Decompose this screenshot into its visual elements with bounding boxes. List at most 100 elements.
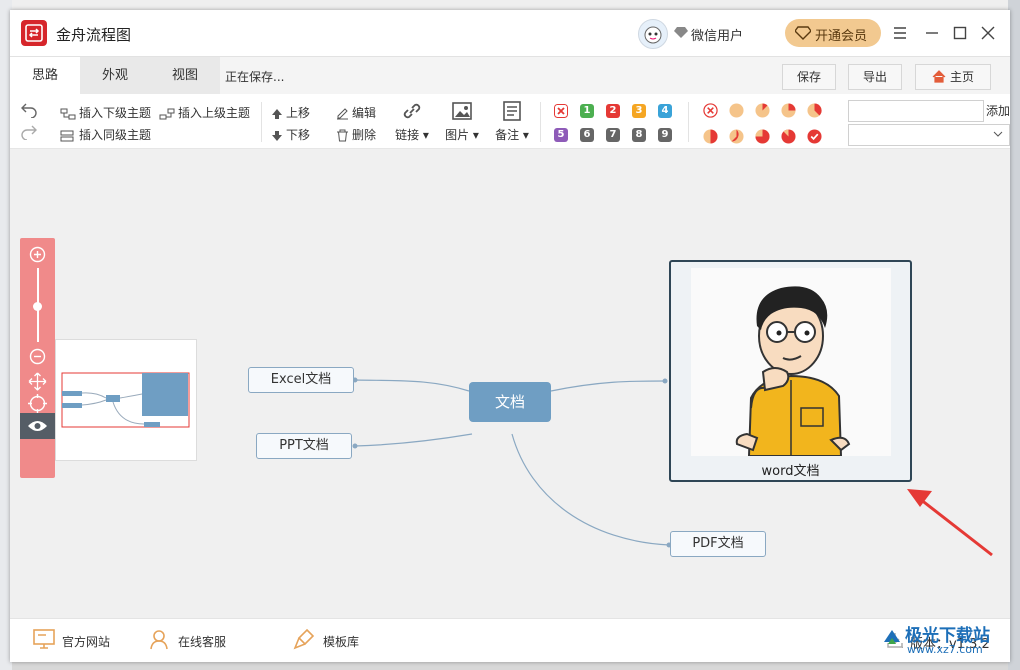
- node-excel[interactable]: Excel文档: [248, 367, 354, 393]
- online-service-link[interactable]: 在线客服: [150, 630, 226, 650]
- trash-icon: [337, 129, 348, 142]
- progress-1-icon[interactable]: [755, 103, 770, 118]
- move-down-button[interactable]: 下移: [271, 126, 310, 143]
- priority-2-icon[interactable]: 2: [606, 104, 620, 118]
- app-window: 金舟流程图 微信用户 开通会员 思路 外观 视图 正在保存... 保存 导出 主…: [10, 10, 1010, 662]
- insert-child-button[interactable]: 插入下级主题: [60, 104, 151, 121]
- link-button[interactable]: 链接 ▾: [393, 100, 431, 143]
- remove-progress-icon[interactable]: [703, 103, 718, 118]
- priority-9-icon[interactable]: 9: [658, 128, 672, 142]
- progress-4-icon[interactable]: [703, 129, 718, 144]
- insert-parent-button[interactable]: 插入上级主题: [159, 104, 250, 121]
- thinking-man-image: [691, 268, 891, 457]
- tag-select[interactable]: [848, 124, 1010, 146]
- image-label: 图片 ▾: [445, 128, 479, 142]
- node-word-label: word文档: [761, 464, 820, 479]
- user-name[interactable]: 微信用户: [691, 25, 743, 44]
- move-canvas-icon[interactable]: [28, 372, 47, 391]
- minimap-toggle[interactable]: [20, 413, 55, 439]
- priority-7-icon[interactable]: 7: [606, 128, 620, 142]
- export-button[interactable]: 导出: [848, 64, 902, 90]
- edit-label: 编辑: [352, 106, 377, 120]
- progress-2-icon[interactable]: [781, 103, 796, 118]
- edit-icon: [337, 108, 348, 120]
- official-website-label: 官方网站: [62, 635, 111, 649]
- insert-child-label: 插入下级主题: [79, 106, 152, 120]
- zoom-panel: [20, 238, 55, 478]
- insert-parent-label: 插入上级主题: [178, 106, 251, 120]
- root-node[interactable]: 文档: [469, 382, 551, 422]
- image-icon: [452, 102, 472, 120]
- image-button[interactable]: 图片 ▾: [443, 100, 481, 143]
- tag-input[interactable]: [848, 100, 984, 122]
- arrow-up-icon: [272, 109, 282, 119]
- priority-6-icon[interactable]: 6: [580, 128, 594, 142]
- status-bar: 官方网站 在线客服 模板库 版本：v1.3.2: [10, 618, 1010, 662]
- insert-sibling-icon: [60, 130, 74, 142]
- app-title: 金舟流程图: [56, 26, 132, 44]
- official-website-link[interactable]: 官方网站: [33, 629, 111, 650]
- priority-5-icon[interactable]: 5: [554, 128, 568, 142]
- insert-parent-icon: [159, 108, 175, 120]
- progress-5-icon[interactable]: [729, 129, 744, 144]
- close-icon[interactable]: [979, 24, 997, 42]
- zoom-in-icon[interactable]: [29, 246, 46, 263]
- progress-0-icon[interactable]: [729, 103, 744, 118]
- progress-6-icon[interactable]: [755, 129, 770, 144]
- note-icon: [503, 101, 521, 121]
- zoom-slider-handle[interactable]: [33, 302, 42, 311]
- vip-label: 开通会员: [815, 29, 868, 44]
- tab-思路[interactable]: 思路: [10, 57, 80, 94]
- diamond-icon: [674, 27, 688, 38]
- watermark-url: www.xz7.com: [907, 643, 983, 656]
- zoom-out-icon[interactable]: [29, 348, 46, 365]
- move-down-label: 下移: [286, 128, 311, 142]
- edit-button[interactable]: 编辑: [336, 104, 376, 121]
- note-label: 备注 ▾: [495, 128, 529, 142]
- tab-view[interactable]: 视图: [150, 57, 220, 94]
- priority-4-icon[interactable]: 4: [658, 104, 672, 118]
- vip-button[interactable]: 开通会员: [785, 19, 881, 47]
- home-button[interactable]: 主页: [915, 64, 991, 90]
- node-ppt[interactable]: PPT文档: [256, 433, 352, 459]
- template-library-link[interactable]: 模板库: [293, 628, 360, 650]
- delete-label: 删除: [352, 128, 377, 142]
- eye-icon: [28, 421, 47, 431]
- remove-priority-icon[interactable]: [554, 104, 568, 118]
- toolbar-separator: [261, 102, 262, 142]
- minimize-icon[interactable]: [923, 24, 941, 42]
- maximize-icon[interactable]: [951, 24, 969, 42]
- minimap[interactable]: [55, 339, 197, 461]
- progress-7-icon[interactable]: [781, 129, 796, 144]
- home-label: 主页: [949, 70, 974, 84]
- node-pdf[interactable]: PDF文档: [670, 531, 766, 557]
- save-button[interactable]: 保存: [782, 64, 836, 90]
- template-library-label: 模板库: [323, 635, 360, 649]
- progress-3-icon[interactable]: [807, 103, 822, 118]
- delete-button[interactable]: 删除: [336, 126, 376, 143]
- saving-status: 正在保存...: [225, 70, 285, 84]
- priority-8-icon[interactable]: 8: [632, 128, 646, 142]
- progress-complete-icon[interactable]: [807, 129, 822, 144]
- user-avatar[interactable]: [638, 19, 668, 49]
- node-word[interactable]: word文档: [669, 260, 912, 482]
- chevron-down-icon: [993, 131, 1003, 137]
- title-bar: 金舟流程图 微信用户 开通会员: [10, 10, 1010, 56]
- ribbon-tab-row: 思路 外观 视图 正在保存... 保存 导出 主页: [10, 56, 1010, 95]
- priority-3-icon[interactable]: 3: [632, 104, 646, 118]
- tab-appearance[interactable]: 外观: [80, 57, 150, 94]
- menu-icon[interactable]: [891, 24, 909, 42]
- insert-sibling-button[interactable]: 插入同级主题: [60, 126, 151, 143]
- undo-icon[interactable]: [20, 102, 38, 118]
- user-support-icon: [150, 630, 168, 650]
- toolbar: 插入下级主题 插入上级主题 插入同级主题 上移 下移 编辑 删除 链接 ▾ 图片…: [10, 94, 1010, 149]
- insert-child-icon: [60, 108, 76, 120]
- move-up-label: 上移: [286, 106, 311, 120]
- note-button[interactable]: 备注 ▾: [493, 100, 531, 143]
- redo-icon[interactable]: [20, 124, 38, 140]
- fit-center-icon[interactable]: [28, 394, 47, 413]
- add-tag-button[interactable]: 添加: [986, 102, 1010, 119]
- move-up-button[interactable]: 上移: [271, 104, 310, 121]
- priority-1-icon[interactable]: 1: [580, 104, 594, 118]
- link-label: 链接 ▾: [395, 128, 429, 142]
